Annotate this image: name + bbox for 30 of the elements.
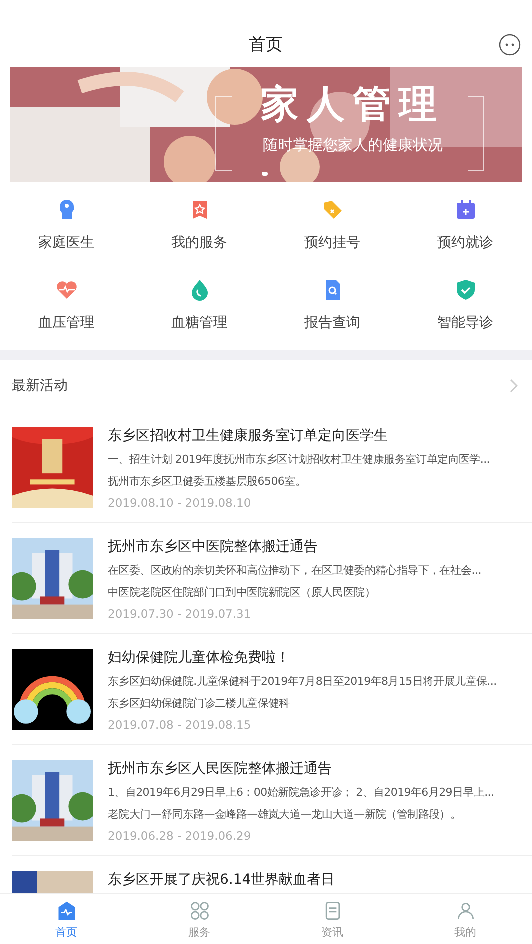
- activity-summary: 一、招生计划 2019年度抚州市东乡区计划招收村卫生健康服务室订单定向医学...: [108, 452, 490, 467]
- service-button[interactable]: 预约挂号: [266, 198, 399, 252]
- activity-dates: 2019.07.08 - 2019.08.15: [108, 718, 252, 732]
- service-button[interactable]: 智能导诊: [399, 278, 532, 332]
- service-button[interactable]: 家庭医生: [0, 198, 133, 252]
- activity-dates: 2019.08.10 - 2019.08.10: [108, 496, 252, 510]
- service-button[interactable]: 报告查询: [266, 278, 399, 332]
- activity-dates: 2019.07.30 - 2019.07.31: [108, 607, 252, 621]
- activity-title[interactable]: 东乡区开展了庆祝6.14世界献血者日: [108, 871, 336, 889]
- activity-location: 老院大门—舒同东路—金峰路—雄岚大道—龙山大道—新院（管制路段）。: [108, 807, 462, 822]
- activity-title[interactable]: 东乡区招收村卫生健康服务室订单定向医学生: [108, 427, 490, 445]
- activity-location: 东乡区妇幼保健院门诊二楼儿童保健科: [108, 696, 291, 711]
- service-button[interactable]: 我的服务: [133, 198, 266, 252]
- more-icon[interactable]: [499, 34, 521, 56]
- nav-tab[interactable]: 首页: [0, 894, 133, 944]
- grid-icon: [188, 900, 210, 922]
- activity-title[interactable]: 抚州市东乡区中医院整体搬迁通告: [108, 538, 482, 556]
- activity-summary: 1、自2019年6月29日早上6：00始新院急诊开诊； 2、自2019年6月29日早上...: [108, 785, 494, 800]
- activity-summary: 在区委、区政府的亲切关怀和高位推动下，在区卫健委的精心指导下，在社会...: [108, 563, 482, 578]
- activity-summary: 东乡区妇幼保健院.儿童保健科于2019年7月8日至2019年8月15日将开展儿童保...: [108, 674, 497, 689]
- page-title: 首页: [249, 34, 283, 56]
- activity-dates: 2019.06.28 - 2019.06.29: [108, 829, 252, 843]
- activity-location: 中医院老院区住院部门口到中医院新院区（原人民医院）: [108, 585, 377, 600]
- service-button[interactable]: 预约就诊: [399, 198, 532, 252]
- service-button[interactable]: 血压管理: [0, 278, 133, 332]
- section-title: 最新活动: [12, 377, 68, 395]
- activity-location: 抚州市东乡区卫健委五楼基层股6506室。: [108, 474, 307, 489]
- activity-title[interactable]: 妇幼保健院儿童体检免费啦！: [108, 649, 497, 667]
- service-button[interactable]: 血糖管理: [133, 278, 266, 332]
- activity-title[interactable]: 抚州市东乡区人民医院整体搬迁通告: [108, 760, 494, 778]
